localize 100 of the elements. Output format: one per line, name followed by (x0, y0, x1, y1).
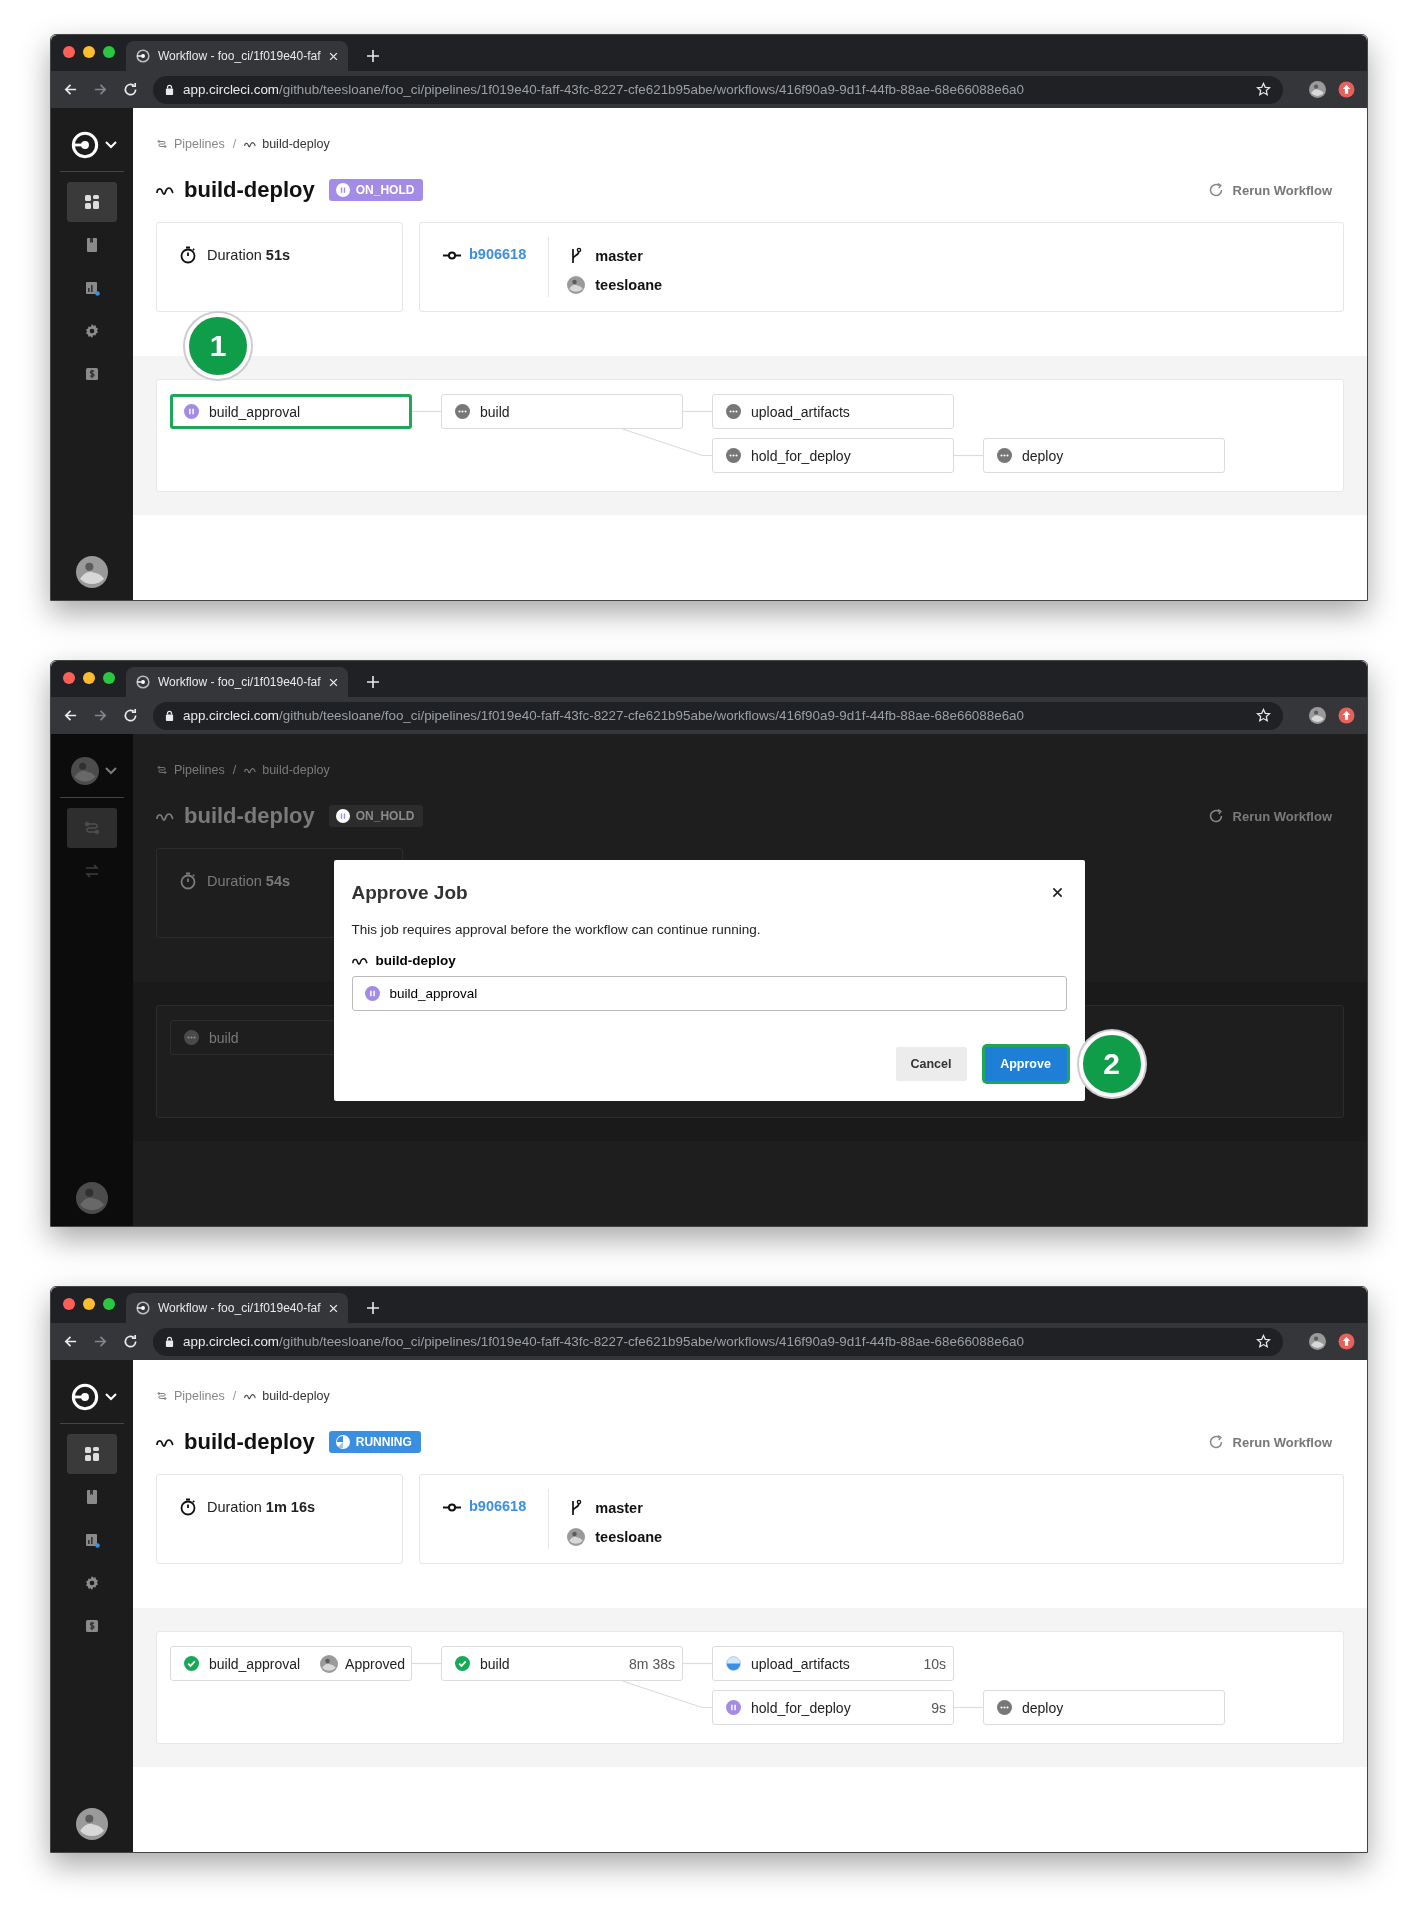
star-icon[interactable] (1256, 82, 1271, 97)
chart-icon (84, 1532, 100, 1548)
branch-name: master (595, 247, 643, 264)
step-number-marker: 2 (1078, 1030, 1145, 1097)
window-control-dot[interactable] (103, 46, 115, 58)
close-icon[interactable] (328, 677, 338, 687)
approve-button[interactable]: Approve (984, 1046, 1067, 1081)
job-node[interactable]: upload_artifacts 10s (712, 1646, 954, 1681)
star-icon[interactable] (1256, 1334, 1271, 1349)
reload-icon[interactable] (123, 1334, 138, 1349)
swap-arrows-icon (84, 863, 100, 879)
job-node[interactable]: deploy (983, 438, 1225, 473)
stopwatch-icon (179, 872, 197, 890)
breadcrumb-link[interactable]: build-deploy (244, 1389, 330, 1403)
star-icon[interactable] (1256, 708, 1271, 723)
back-icon[interactable] (63, 82, 78, 97)
profile-avatar-icon[interactable] (1309, 1333, 1326, 1350)
job-node[interactable]: build_approval Approved (170, 1646, 412, 1681)
cancel-button[interactable]: Cancel (895, 1046, 967, 1081)
pipelines-icon (156, 139, 168, 149)
extension-icon[interactable] (1338, 81, 1355, 98)
forward-icon[interactable] (93, 82, 108, 97)
pause-icon (335, 183, 350, 197)
new-tab-icon[interactable] (366, 1302, 379, 1314)
job-node[interactable]: build (441, 394, 683, 429)
address-field[interactable]: app.circleci.com/github/teesloane/foo_ci/pipelines/1f019e40-faff-43fc-8227-cfe621b95abe/workflows/416f90a9-9d1f-44fb-88ae-68e66088e6a0 (153, 75, 1283, 104)
job-name-field: build_approval (351, 975, 1067, 1011)
profile-avatar-icon[interactable] (1309, 707, 1326, 724)
job-node[interactable]: build_approval (170, 394, 412, 429)
sidebar-item[interactable] (67, 1434, 117, 1474)
circle-logo-icon[interactable] (71, 131, 99, 159)
close-icon[interactable] (328, 51, 338, 61)
job-node[interactable]: hold_for_deploy (712, 438, 954, 473)
job-node[interactable]: hold_for_deploy 9s (712, 1690, 954, 1725)
new-tab-icon[interactable] (366, 676, 379, 688)
sidebar-item[interactable] (67, 182, 117, 222)
chevron-down-icon[interactable] (105, 1393, 117, 1401)
organization-avatar-icon[interactable] (71, 757, 99, 785)
job-node[interactable]: upload_artifacts (712, 394, 954, 429)
dashboard-icon (84, 1446, 100, 1462)
browser-tab[interactable]: Workflow - foo_ci/1f019e40-faf (126, 41, 348, 71)
address-field[interactable]: app.circleci.com/github/teesloane/foo_ci/pipelines/1f019e40-faff-43fc-8227-cfe621b95abe/workflows/416f90a9-9d1f-44fb-88ae-68e66088e6a0 (153, 1327, 1283, 1356)
rerun-button[interactable]: Rerun Workflow (1207, 1434, 1344, 1450)
browser-tab[interactable]: Workflow - foo_ci/1f019e40-faf (126, 1293, 348, 1323)
dots-icon (997, 1700, 1012, 1715)
connector-line (953, 454, 984, 457)
breadcrumb-link[interactable]: Pipelines (156, 763, 225, 777)
new-tab-icon[interactable] (366, 50, 379, 62)
address-field[interactable]: app.circleci.com/github/teesloane/foo_ci/pipelines/1f019e40-faff-43fc-8227-cfe621b95abe/workflows/416f90a9-9d1f-44fb-88ae-68e66088e6a0 (153, 701, 1283, 730)
job-node[interactable]: deploy (983, 1690, 1225, 1725)
back-icon[interactable] (63, 708, 78, 723)
extension-icon[interactable] (1338, 707, 1355, 724)
approved-label: Approved (345, 1655, 405, 1672)
window-control-dot[interactable] (103, 672, 115, 684)
tab-favicon-icon (136, 1301, 150, 1315)
extension-icon[interactable] (1338, 1333, 1355, 1350)
workflow-title: build-deploy (184, 1429, 315, 1455)
job-duration: 8m 38s (629, 1655, 675, 1672)
pause-icon (364, 985, 380, 1001)
status-badge: RUNNING (328, 1431, 421, 1453)
profile-avatar-icon[interactable] (1309, 81, 1326, 98)
workflow-icon (156, 810, 174, 822)
breadcrumb-link[interactable]: build-deploy (244, 763, 330, 777)
lock-icon (165, 84, 174, 95)
window-control-dot[interactable] (103, 1298, 115, 1310)
window-control-dot[interactable] (63, 1298, 75, 1310)
dots-icon (455, 404, 470, 419)
back-icon[interactable] (63, 1334, 78, 1349)
window-control-dot[interactable] (63, 46, 75, 58)
approver-avatar-icon (320, 1654, 339, 1673)
rerun-button[interactable]: Rerun Workflow (1207, 182, 1344, 198)
circle-logo-icon[interactable] (71, 1383, 99, 1411)
window-control-dot[interactable] (83, 1298, 95, 1310)
user-avatar-icon[interactable] (76, 556, 108, 588)
refresh-icon (1207, 1434, 1224, 1450)
tab-favicon-icon (136, 49, 150, 63)
window-control-dot[interactable] (83, 46, 95, 58)
forward-icon[interactable] (93, 1334, 108, 1349)
chevron-down-icon[interactable] (105, 141, 117, 149)
reload-icon[interactable] (123, 708, 138, 723)
status-badge: ON_HOLD (328, 179, 424, 201)
breadcrumb-link[interactable]: Pipelines (156, 1389, 225, 1403)
job-duration: 10s (923, 1655, 946, 1672)
window-control-dot[interactable] (63, 672, 75, 684)
reload-icon[interactable] (123, 82, 138, 97)
forward-icon[interactable] (93, 708, 108, 723)
commit-icon (443, 251, 461, 260)
url-text: app.circleci.com/github/teesloane/foo_ci/pipelines/1f019e40-faff-43fc-8227-cfe621b95abe/workflows/416f90a9-9d1f-44fb-88ae-68e66088e6a0 (183, 708, 1025, 723)
workflow-icon (156, 184, 174, 196)
user-avatar-icon[interactable] (76, 1808, 108, 1840)
job-duration: 9s (931, 1699, 946, 1716)
browser-tab[interactable]: Workflow - foo_ci/1f019e40-faf (126, 667, 348, 697)
job-node[interactable]: build 8m 38s (441, 1646, 683, 1681)
window-control-dot[interactable] (83, 672, 95, 684)
breadcrumb-link[interactable]: build-deploy (244, 137, 330, 151)
breadcrumb-separator: / (232, 1389, 237, 1403)
rerun-button[interactable]: Rerun Workflow (1207, 808, 1344, 824)
breadcrumb-link[interactable]: Pipelines (156, 137, 225, 151)
close-icon[interactable] (328, 1303, 338, 1313)
url-text: app.circleci.com/github/teesloane/foo_ci/pipelines/1f019e40-faff-43fc-8227-cfe621b95abe/workflows/416f90a9-9d1f-44fb-88ae-68e66088e6a0 (183, 1334, 1025, 1349)
